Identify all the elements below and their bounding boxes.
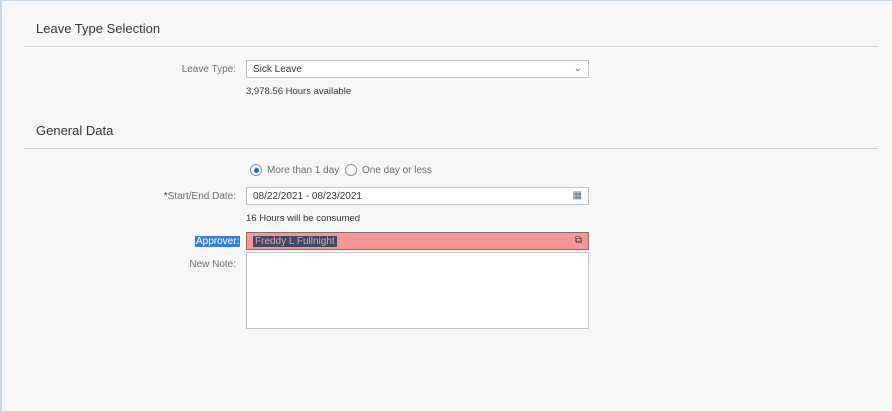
leave-type-value: Sick Leave [253, 64, 302, 75]
approver-label: Approver: [195, 236, 241, 247]
approver-input[interactable]: Freddy L Fullnight ⧉ [246, 232, 589, 250]
radio-label: More than 1 day [267, 164, 340, 176]
value-help-icon[interactable]: ⧉ [575, 235, 582, 246]
divider [24, 46, 878, 47]
divider [24, 148, 878, 149]
date-value: 08/22/2021 - 08/23/2021 [253, 191, 362, 202]
section-title-leave-type: Leave Type Selection [36, 21, 161, 36]
leave-type-select[interactable]: Sick Leave ⌄ [246, 60, 589, 78]
radio-unselected-icon [345, 164, 357, 176]
new-note-textarea[interactable] [246, 252, 589, 329]
radio-more-than-1-day[interactable]: More than 1 day [250, 164, 339, 176]
approver-value: Freddy L Fullnight [253, 236, 337, 247]
section-title-general: General Data [36, 123, 114, 138]
calendar-icon[interactable]: ▦ [573, 190, 582, 201]
label-text: Start/End Date: [167, 191, 236, 202]
new-note-label: New Note: [189, 259, 236, 270]
start-end-date-label: *Start/End Date: [126, 191, 236, 202]
hours-consumed: 16 Hours will be consumed [246, 213, 361, 224]
radio-one-day-or-less[interactable]: One day or less [345, 164, 432, 176]
radio-selected-icon [250, 164, 262, 176]
start-end-date-input[interactable]: 08/22/2021 - 08/23/2021 ▦ [246, 187, 589, 205]
hours-available: 3,978.56 Hours available [246, 86, 352, 97]
radio-label: One day or less [362, 164, 433, 176]
chevron-down-icon[interactable]: ⌄ [574, 63, 582, 74]
leave-type-label: Leave Type: [181, 64, 236, 75]
